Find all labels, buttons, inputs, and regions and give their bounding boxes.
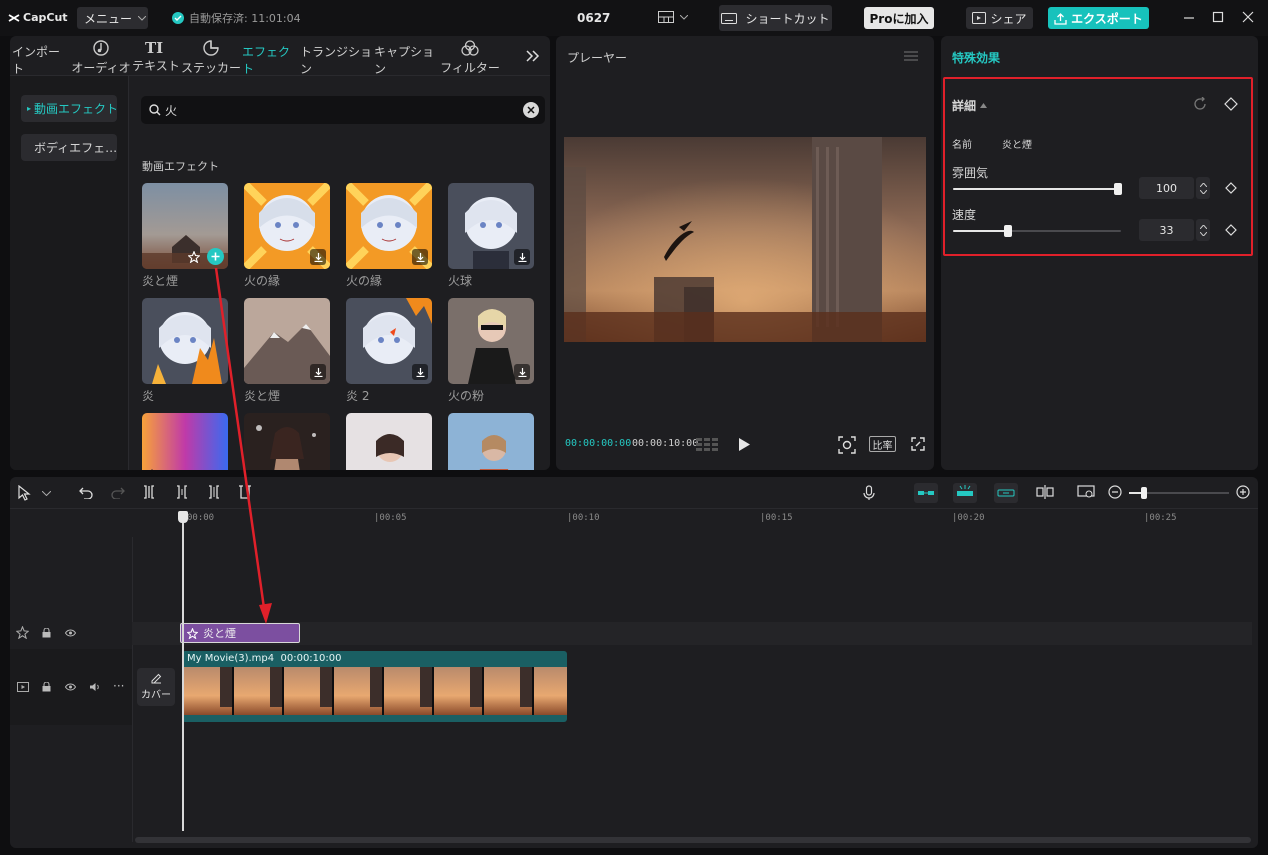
- annotation-arrow: [214, 267, 272, 624]
